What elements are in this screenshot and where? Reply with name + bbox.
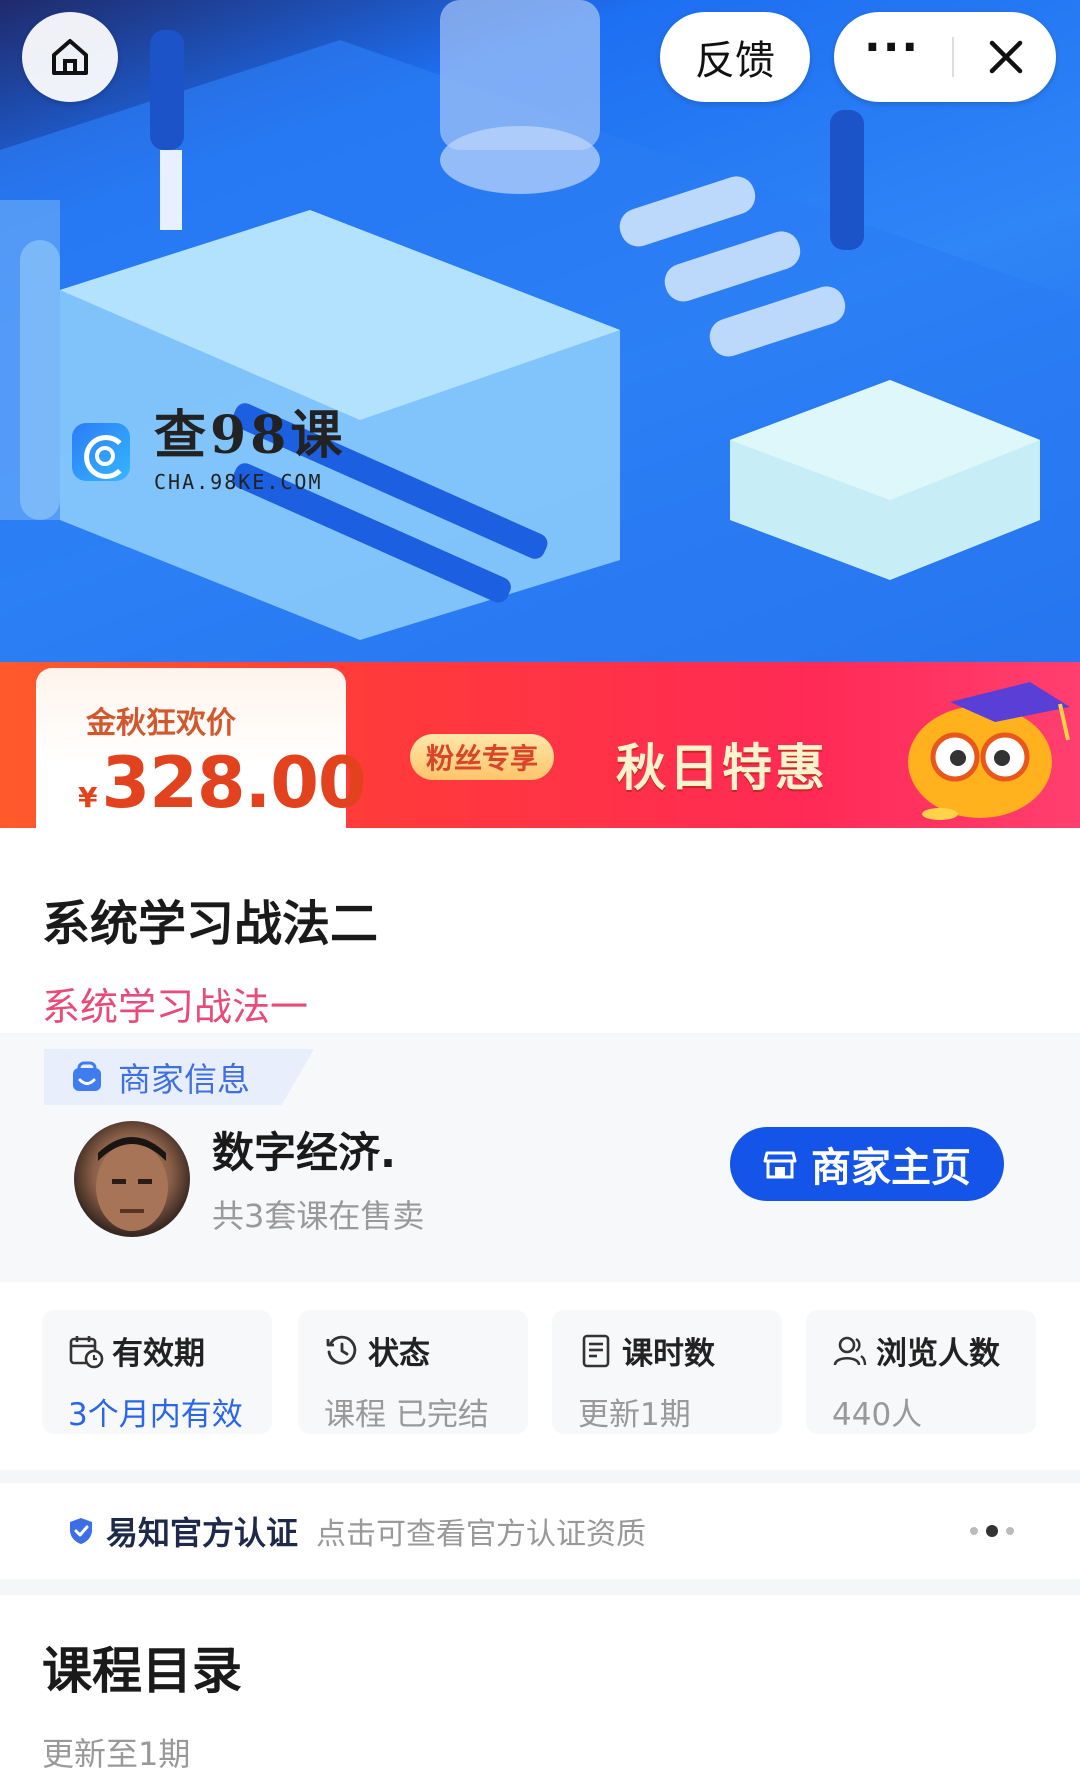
stat-status-value: 课程 已完结 [324, 1397, 489, 1433]
capsule-divider [952, 37, 955, 77]
merchant-section: 商家信息 数字经济. 共3套课在售卖 商家主页 [0, 1035, 1080, 1280]
currency-symbol: ¥ [78, 781, 98, 814]
home-button[interactable] [22, 12, 118, 102]
users-icon [833, 1336, 867, 1365]
promo-headline: 秋日特惠 [616, 739, 828, 797]
stat-status-label: 状态 [368, 1336, 430, 1372]
certification-title: 易知官方认证 [106, 1514, 299, 1552]
certification-description: 点击可查看官方认证资质 [316, 1517, 647, 1552]
catalog-title: 课程目录 [42, 1642, 242, 1700]
home-icon [52, 39, 88, 75]
course-title-section: 系统学习战法二 系统学习战法一 [0, 828, 1080, 1033]
price-card: 金秋狂欢价 ¥ 328.00 [36, 668, 367, 828]
stat-validity: 有效期 3个月内有效 [42, 1310, 272, 1434]
feedback-button[interactable]: 反馈 [660, 12, 810, 102]
stat-views-label: 浏览人数 [876, 1336, 1000, 1372]
course-catalog-section: 课程目录 更新至1期 [0, 1595, 1080, 1785]
hero-illustration [0, 0, 1080, 690]
pager-dot-active [986, 1525, 998, 1537]
watermark-logo-icon [72, 423, 130, 481]
stat-validity-label: 有效期 [112, 1336, 205, 1372]
stat-views: 浏览人数 440人 [806, 1310, 1036, 1434]
pager-dot [1006, 1527, 1014, 1535]
stat-lessons-value: 更新1期 [578, 1397, 691, 1433]
price-label: 金秋狂欢价 [86, 706, 236, 741]
calendar-clock-icon [69, 1335, 104, 1368]
pager-dot [970, 1527, 978, 1535]
merchant-name: 数字经济. [212, 1128, 396, 1177]
close-icon[interactable] [986, 37, 1026, 77]
merchant-home-label: 商家主页 [811, 1145, 971, 1191]
carousel-indicator [970, 1525, 1014, 1537]
course-title: 系统学习战法二 [42, 896, 379, 952]
store-icon [763, 1151, 797, 1179]
fan-exclusive-tag: 粉丝专享 [410, 734, 555, 780]
document-icon [582, 1334, 610, 1367]
course-stats: 有效期 3个月内有效 状态 课程 已完结 课时数 更新1期 浏览人数 440人 [0, 1282, 1080, 1470]
shop-bag-icon [73, 1061, 101, 1091]
stat-lessons: 课时数 更新1期 [552, 1310, 782, 1434]
catalog-subtitle: 更新至1期 [42, 1735, 191, 1773]
watermark-url: CHA.98KE.COM [154, 470, 323, 494]
merchant-course-count: 共3套课在售卖 [212, 1197, 425, 1235]
merchant-avatar[interactable] [74, 1121, 190, 1237]
merchant-info-label: 商家信息 [118, 1060, 250, 1099]
owl-mascot-icon [908, 682, 1070, 820]
stat-views-value: 440人 [832, 1397, 923, 1433]
course-subtitle: 系统学习战法一 [42, 985, 309, 1029]
stat-status: 状态 课程 已完结 [298, 1310, 528, 1434]
merchant-info-tab: 商家信息 [44, 1049, 314, 1105]
price-value: 328.00 [101, 742, 366, 824]
watermark: 查98课 CHA.98KE.COM [72, 410, 346, 494]
official-certification-bar[interactable]: 易知官方认证 点击可查看官方认证资质 [0, 1483, 1080, 1579]
shield-check-icon [70, 1518, 92, 1544]
stat-lessons-label: 课时数 [622, 1336, 715, 1372]
history-icon [326, 1335, 357, 1364]
miniapp-capsule: ··· [834, 12, 1056, 102]
more-button[interactable]: ··· [864, 26, 920, 70]
stat-validity-value: 3个月内有效 [68, 1397, 243, 1433]
hero-banner-image: 查98课 CHA.98KE.COM [0, 0, 1080, 690]
merchant-home-button[interactable]: 商家主页 [730, 1127, 1004, 1201]
avatar-face [96, 1137, 168, 1231]
promo-banner: 金秋狂欢价 ¥ 328.00 粉丝专享 秋日特惠 [0, 662, 1080, 828]
watermark-text: 查98课 [154, 405, 347, 466]
